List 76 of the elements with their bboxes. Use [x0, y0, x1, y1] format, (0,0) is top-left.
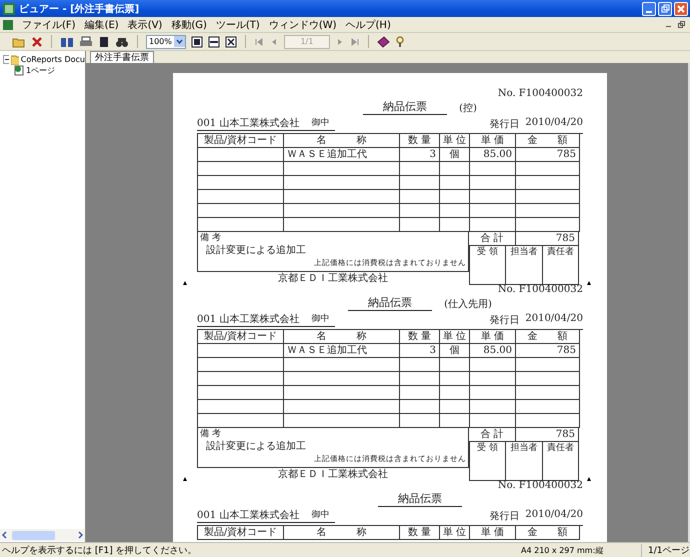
table-cell: 個: [440, 344, 470, 358]
stamp-label: 責任者: [546, 247, 574, 257]
document-tab[interactable]: 外注手書伝票: [90, 51, 154, 63]
table-cell: 85.00: [470, 148, 516, 162]
column-header: 単 位: [440, 526, 470, 540]
table-cell: 3: [400, 148, 440, 162]
table-cell: ＷＡＳＥ追加工代: [284, 344, 400, 358]
slip-title: 納品伝票: [363, 99, 448, 115]
column-header: 製品/資材コード: [198, 330, 284, 344]
remarks-text: 設計変更による追加工: [205, 440, 307, 453]
total-amount: 785: [554, 232, 576, 245]
zoom-dropdown[interactable]: 100%: [146, 34, 186, 48]
remarks-label: 備 考: [200, 428, 222, 440]
customer-name: 001 山本工業株式会社 御中: [197, 508, 336, 523]
slip-number: No. F100400032: [498, 284, 583, 295]
date-label: 発行日: [489, 118, 520, 131]
menu-item[interactable]: 表示(V): [128, 18, 162, 32]
issue-date: 2010/04/20: [525, 509, 583, 522]
date-label: 発行日: [489, 314, 520, 327]
menu-item[interactable]: 編集(E): [84, 18, 119, 32]
column-header: 数 量: [400, 526, 440, 540]
column-header: 単 位: [440, 134, 470, 148]
slip-subtitle: (仕入先用): [444, 298, 492, 311]
column-header: 製品/資材コード: [198, 134, 284, 148]
column-header: 単 価: [470, 526, 516, 540]
column-header: 名 称: [284, 330, 400, 344]
issue-date: 2010/04/20: [525, 313, 583, 326]
column-header: 金 額: [516, 134, 580, 148]
stamp-label: 担当者: [510, 443, 538, 453]
menu-item[interactable]: ウィンドウ(W): [268, 18, 337, 32]
stamp-label: 責任者: [546, 443, 574, 453]
table-cell: ＷＡＳＥ追加工代: [284, 148, 400, 162]
table-cell: 85.00: [470, 344, 516, 358]
slip-number: No. F100400032: [498, 480, 583, 491]
column-header: 製品/資材コード: [198, 526, 284, 540]
column-header: 名 称: [284, 134, 400, 148]
table-cell: 個: [440, 148, 470, 162]
column-header: 数 量: [400, 330, 440, 344]
column-header: 単 価: [470, 330, 516, 344]
paper-size: A4 210 x 297 mm:縦: [521, 544, 604, 556]
table-cell: 3: [400, 344, 440, 358]
column-header: 金 額: [516, 526, 580, 540]
menu-item[interactable]: 移動(G): [171, 18, 207, 32]
issuer-name: 京都ＥＤＩ工業株式会社: [277, 272, 389, 286]
total-amount: 785: [554, 428, 576, 441]
remarks-label: 備 考: [200, 232, 222, 244]
column-header: 金 額: [516, 330, 580, 344]
issuer-name: 京都ＥＤＩ工業株式会社: [277, 468, 389, 482]
slip-title: 納品伝票: [378, 491, 462, 507]
menu-item[interactable]: ファイル(F): [22, 18, 76, 32]
slip-number: No. F100400032: [498, 88, 583, 99]
status-text: ヘルプを表示するには [F1] を押してください。: [2, 544, 197, 556]
tree-item[interactable]: CoReports Docu: [20, 55, 85, 64]
stamp-label: 担当者: [510, 247, 538, 257]
table-cell: 785: [516, 344, 580, 358]
total-label: 合 計: [469, 428, 516, 441]
slip-subtitle: (控): [459, 102, 477, 115]
table-cell: 785: [516, 148, 580, 162]
stamp-label: 受 領: [477, 443, 498, 453]
menu-item[interactable]: ツール(T): [216, 18, 260, 32]
column-header: 単 位: [440, 330, 470, 344]
stamp-label: 受 領: [477, 247, 498, 257]
column-header: 数 量: [400, 134, 440, 148]
menu-item[interactable]: ヘルプ(H): [346, 18, 391, 32]
customer-name: 001 山本工業株式会社 御中: [197, 312, 336, 327]
customer-name: 001 山本工業株式会社 御中: [197, 116, 336, 131]
total-label: 合 計: [469, 232, 516, 245]
column-header: 名 称: [284, 526, 400, 540]
remarks-text: 設計変更による追加工: [205, 244, 307, 257]
issue-date: 2010/04/20: [525, 117, 583, 130]
tree-item[interactable]: 1ページ: [26, 65, 56, 76]
page-count: 1/1ページ: [641, 544, 690, 556]
date-label: 発行日: [489, 510, 520, 523]
window-title: ビュアー - [外注手書伝票]: [19, 2, 140, 16]
slip-title: 納品伝票: [348, 295, 432, 311]
column-header: 単 価: [470, 134, 516, 148]
